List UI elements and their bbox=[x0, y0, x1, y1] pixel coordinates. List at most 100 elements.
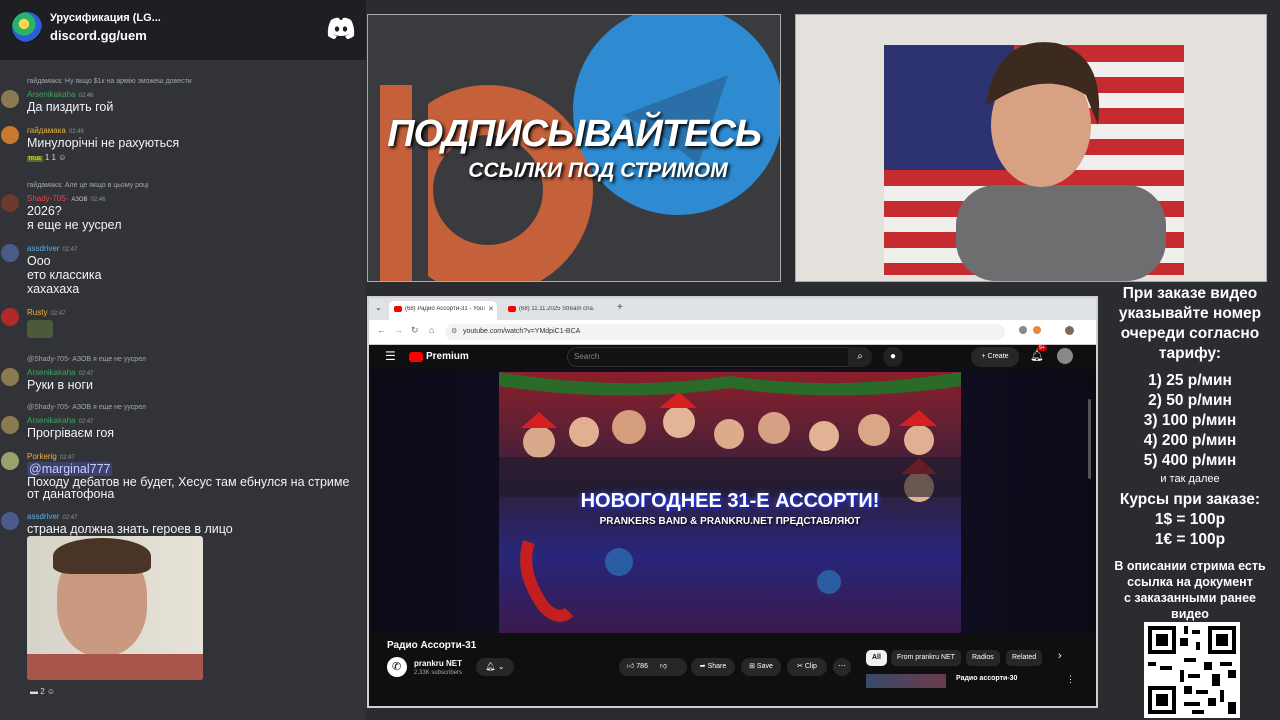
save-button[interactable]: ⊞ Save bbox=[741, 658, 781, 676]
youtube-header: ☰ Premium Search ⌕ ● + Create 🔔︎ 9+ bbox=[369, 345, 1096, 369]
save-label: Save bbox=[756, 663, 773, 670]
avatar bbox=[1, 368, 19, 386]
subscribe-bell-button[interactable]: 🔔︎ ⌄ bbox=[476, 658, 514, 676]
like-count: 786 bbox=[636, 663, 648, 670]
tab-radio[interactable]: (68) Радио Ассорти-31 - YouTube ✕ bbox=[389, 301, 497, 320]
tab-list-icon[interactable]: ⌄ bbox=[375, 303, 382, 312]
server-invite[interactable]: discord.gg/uem bbox=[50, 28, 147, 43]
avatar bbox=[1, 452, 19, 470]
url-bar[interactable]: ⚙ youtube.com/watch?v=YMdpiC1-BCA bbox=[445, 324, 1005, 340]
microphone-icon[interactable]: ● bbox=[883, 347, 903, 367]
username[interactable]: Porkerig 02:47 bbox=[27, 452, 75, 461]
description-line: с заказанными ранее bbox=[1123, 591, 1256, 605]
description-line: видео bbox=[1171, 607, 1209, 621]
attached-photo[interactable] bbox=[27, 536, 203, 680]
message-text: от данатофона bbox=[27, 487, 115, 501]
thumbnail-subtitle: PRANKERS BAND & PRANKRU.NET ПРЕДСТАВЛЯЮТ bbox=[599, 516, 861, 527]
username[interactable]: Arsenikakaha 02:46 bbox=[27, 90, 94, 99]
user-mention[interactable]: @marginal777 bbox=[27, 462, 113, 476]
tariff-line: 3) 100 р/мин bbox=[1143, 412, 1237, 429]
share-button[interactable]: ➦ Share bbox=[691, 658, 735, 676]
reload-icon[interactable]: ↻ bbox=[411, 325, 419, 336]
message-text: ето классика bbox=[27, 268, 102, 282]
username[interactable]: гайдамака 02:46 bbox=[27, 126, 84, 135]
message-text: хахахаха bbox=[27, 282, 80, 296]
reaction-count: 2 bbox=[40, 687, 45, 696]
youtube-tab-icon bbox=[508, 306, 516, 312]
webcam-panel bbox=[795, 14, 1267, 282]
close-icon[interactable]: ✕ bbox=[488, 305, 494, 313]
username[interactable]: assdriver 02:47 bbox=[27, 512, 77, 521]
reactions[interactable]: ▬ 2 ☺ bbox=[30, 687, 55, 696]
menu-icon[interactable]: ☰ bbox=[385, 349, 396, 363]
extension-icon[interactable] bbox=[1019, 326, 1027, 334]
channel-avatar[interactable]: ✆ bbox=[387, 657, 407, 677]
related-title[interactable]: Радио ассорти-30 bbox=[956, 675, 1017, 682]
more-actions-button[interactable]: ⋯ bbox=[833, 658, 851, 676]
chat-panel: Урусификация (LG... discord.gg/uem гайда… bbox=[0, 0, 366, 720]
thumbs-up-icon: 👍︎ bbox=[627, 663, 635, 670]
search-input[interactable]: Search bbox=[567, 347, 849, 367]
extension-icon[interactable] bbox=[1033, 326, 1041, 334]
create-button[interactable]: + Create bbox=[971, 347, 1019, 367]
scrollbar[interactable] bbox=[1088, 399, 1091, 479]
reactions[interactable]: TRUE 1 1 ☺ bbox=[27, 153, 66, 162]
message-text: страна должна знать героев в лицо bbox=[27, 522, 233, 536]
tab-title: (68) 11.11.2025 Stream cha... bbox=[519, 306, 595, 312]
avatar bbox=[1, 126, 19, 144]
home-icon[interactable]: ⌂ bbox=[429, 325, 434, 335]
chip-related[interactable]: Related bbox=[1006, 650, 1043, 666]
channel-name[interactable]: prankru NET bbox=[414, 659, 462, 668]
notification-badge: 9+ bbox=[1037, 345, 1047, 351]
message-text: Минулорічні не рахуються bbox=[27, 136, 180, 150]
timestamp: 02:47 bbox=[62, 515, 78, 521]
profile-icon[interactable] bbox=[1065, 326, 1074, 335]
address-bar-row: ← → ↻ ⌂ ⚙ youtube.com/watch?v=YMdpiC1-BC… bbox=[369, 320, 1096, 345]
timestamp: 02:47 bbox=[59, 455, 75, 461]
scissors-icon: ✂ bbox=[797, 663, 803, 670]
search-placeholder: Search bbox=[574, 352, 600, 361]
avatar[interactable] bbox=[1057, 348, 1073, 364]
video-player[interactable]: НОВОГОДНЕЕ 31-Е АССОРТИ! PRANKERS BAND &… bbox=[369, 369, 1096, 633]
timestamp: 02:47 bbox=[78, 371, 94, 377]
chip-radios[interactable]: Radios bbox=[966, 650, 1000, 666]
share-label: Share bbox=[707, 663, 727, 670]
shirt-shape bbox=[27, 654, 203, 680]
timestamp: 02:47 bbox=[62, 247, 78, 253]
browser-window: ⌄ (68) Радио Ассорти-31 - YouTube ✕ (68)… bbox=[367, 296, 1098, 708]
username[interactable]: Shady-705- АЗОВ 02:46 bbox=[27, 194, 106, 203]
thumbnail-title: НОВОГОДНЕЕ 31-Е АССОРТИ! bbox=[580, 490, 880, 512]
rate-line: 1€ = 100р bbox=[1154, 531, 1226, 548]
new-tab-icon[interactable]: + bbox=[617, 302, 623, 313]
clip-button[interactable]: ✂ Clip bbox=[787, 658, 827, 676]
bookmark-icon: ⊞ bbox=[749, 663, 755, 670]
promo-panel: ПОДПИСЫВАЙТЕСЬ ССЫЛКИ ПОД СТРИМОМ bbox=[367, 14, 781, 282]
tariff-line: 5) 400 р/мин bbox=[1143, 452, 1237, 469]
back-icon[interactable]: ← bbox=[377, 325, 386, 335]
username[interactable]: Arsenikakaha 02:47 bbox=[27, 368, 94, 377]
qr-code-icon[interactable] bbox=[1144, 622, 1240, 718]
chevron-right-icon[interactable]: › bbox=[1058, 650, 1062, 662]
related-thumbnail[interactable] bbox=[866, 674, 946, 688]
video-title: Радио Ассорти-31 bbox=[387, 640, 477, 651]
forward-icon[interactable]: → bbox=[394, 325, 403, 335]
username[interactable]: Rusty 02:47 bbox=[27, 308, 65, 317]
avatar bbox=[1, 90, 19, 108]
youtube-logo-text[interactable]: Premium bbox=[426, 351, 469, 362]
webcam-scene bbox=[796, 15, 1266, 281]
youtube-logo-icon[interactable] bbox=[409, 352, 423, 362]
username[interactable]: assdriver 02:47 bbox=[27, 244, 77, 253]
thumbs-down-icon[interactable]: 👎︎ bbox=[660, 663, 667, 670]
tab-stream[interactable]: (68) 11.11.2025 Stream cha... bbox=[503, 301, 607, 320]
search-icon[interactable]: ⌕ bbox=[848, 347, 872, 367]
username[interactable]: Arsenikakaha 02:47 bbox=[27, 416, 94, 425]
chip-all[interactable]: All bbox=[866, 650, 887, 666]
like-button[interactable]: 👍︎ 786 👎︎ bbox=[619, 658, 687, 676]
kebab-menu-icon[interactable]: ⋮ bbox=[1066, 674, 1075, 685]
phone-icon: ✆ bbox=[392, 661, 402, 673]
message-text: я еще не уусрел bbox=[27, 218, 122, 232]
message-text: Прогріваєм гоя bbox=[27, 426, 115, 440]
chip-from-channel[interactable]: From prankru NET bbox=[891, 650, 961, 666]
site-info-icon[interactable]: ⚙ bbox=[451, 327, 457, 335]
tab-title: (68) Радио Ассорти-31 - YouTube bbox=[405, 306, 485, 312]
